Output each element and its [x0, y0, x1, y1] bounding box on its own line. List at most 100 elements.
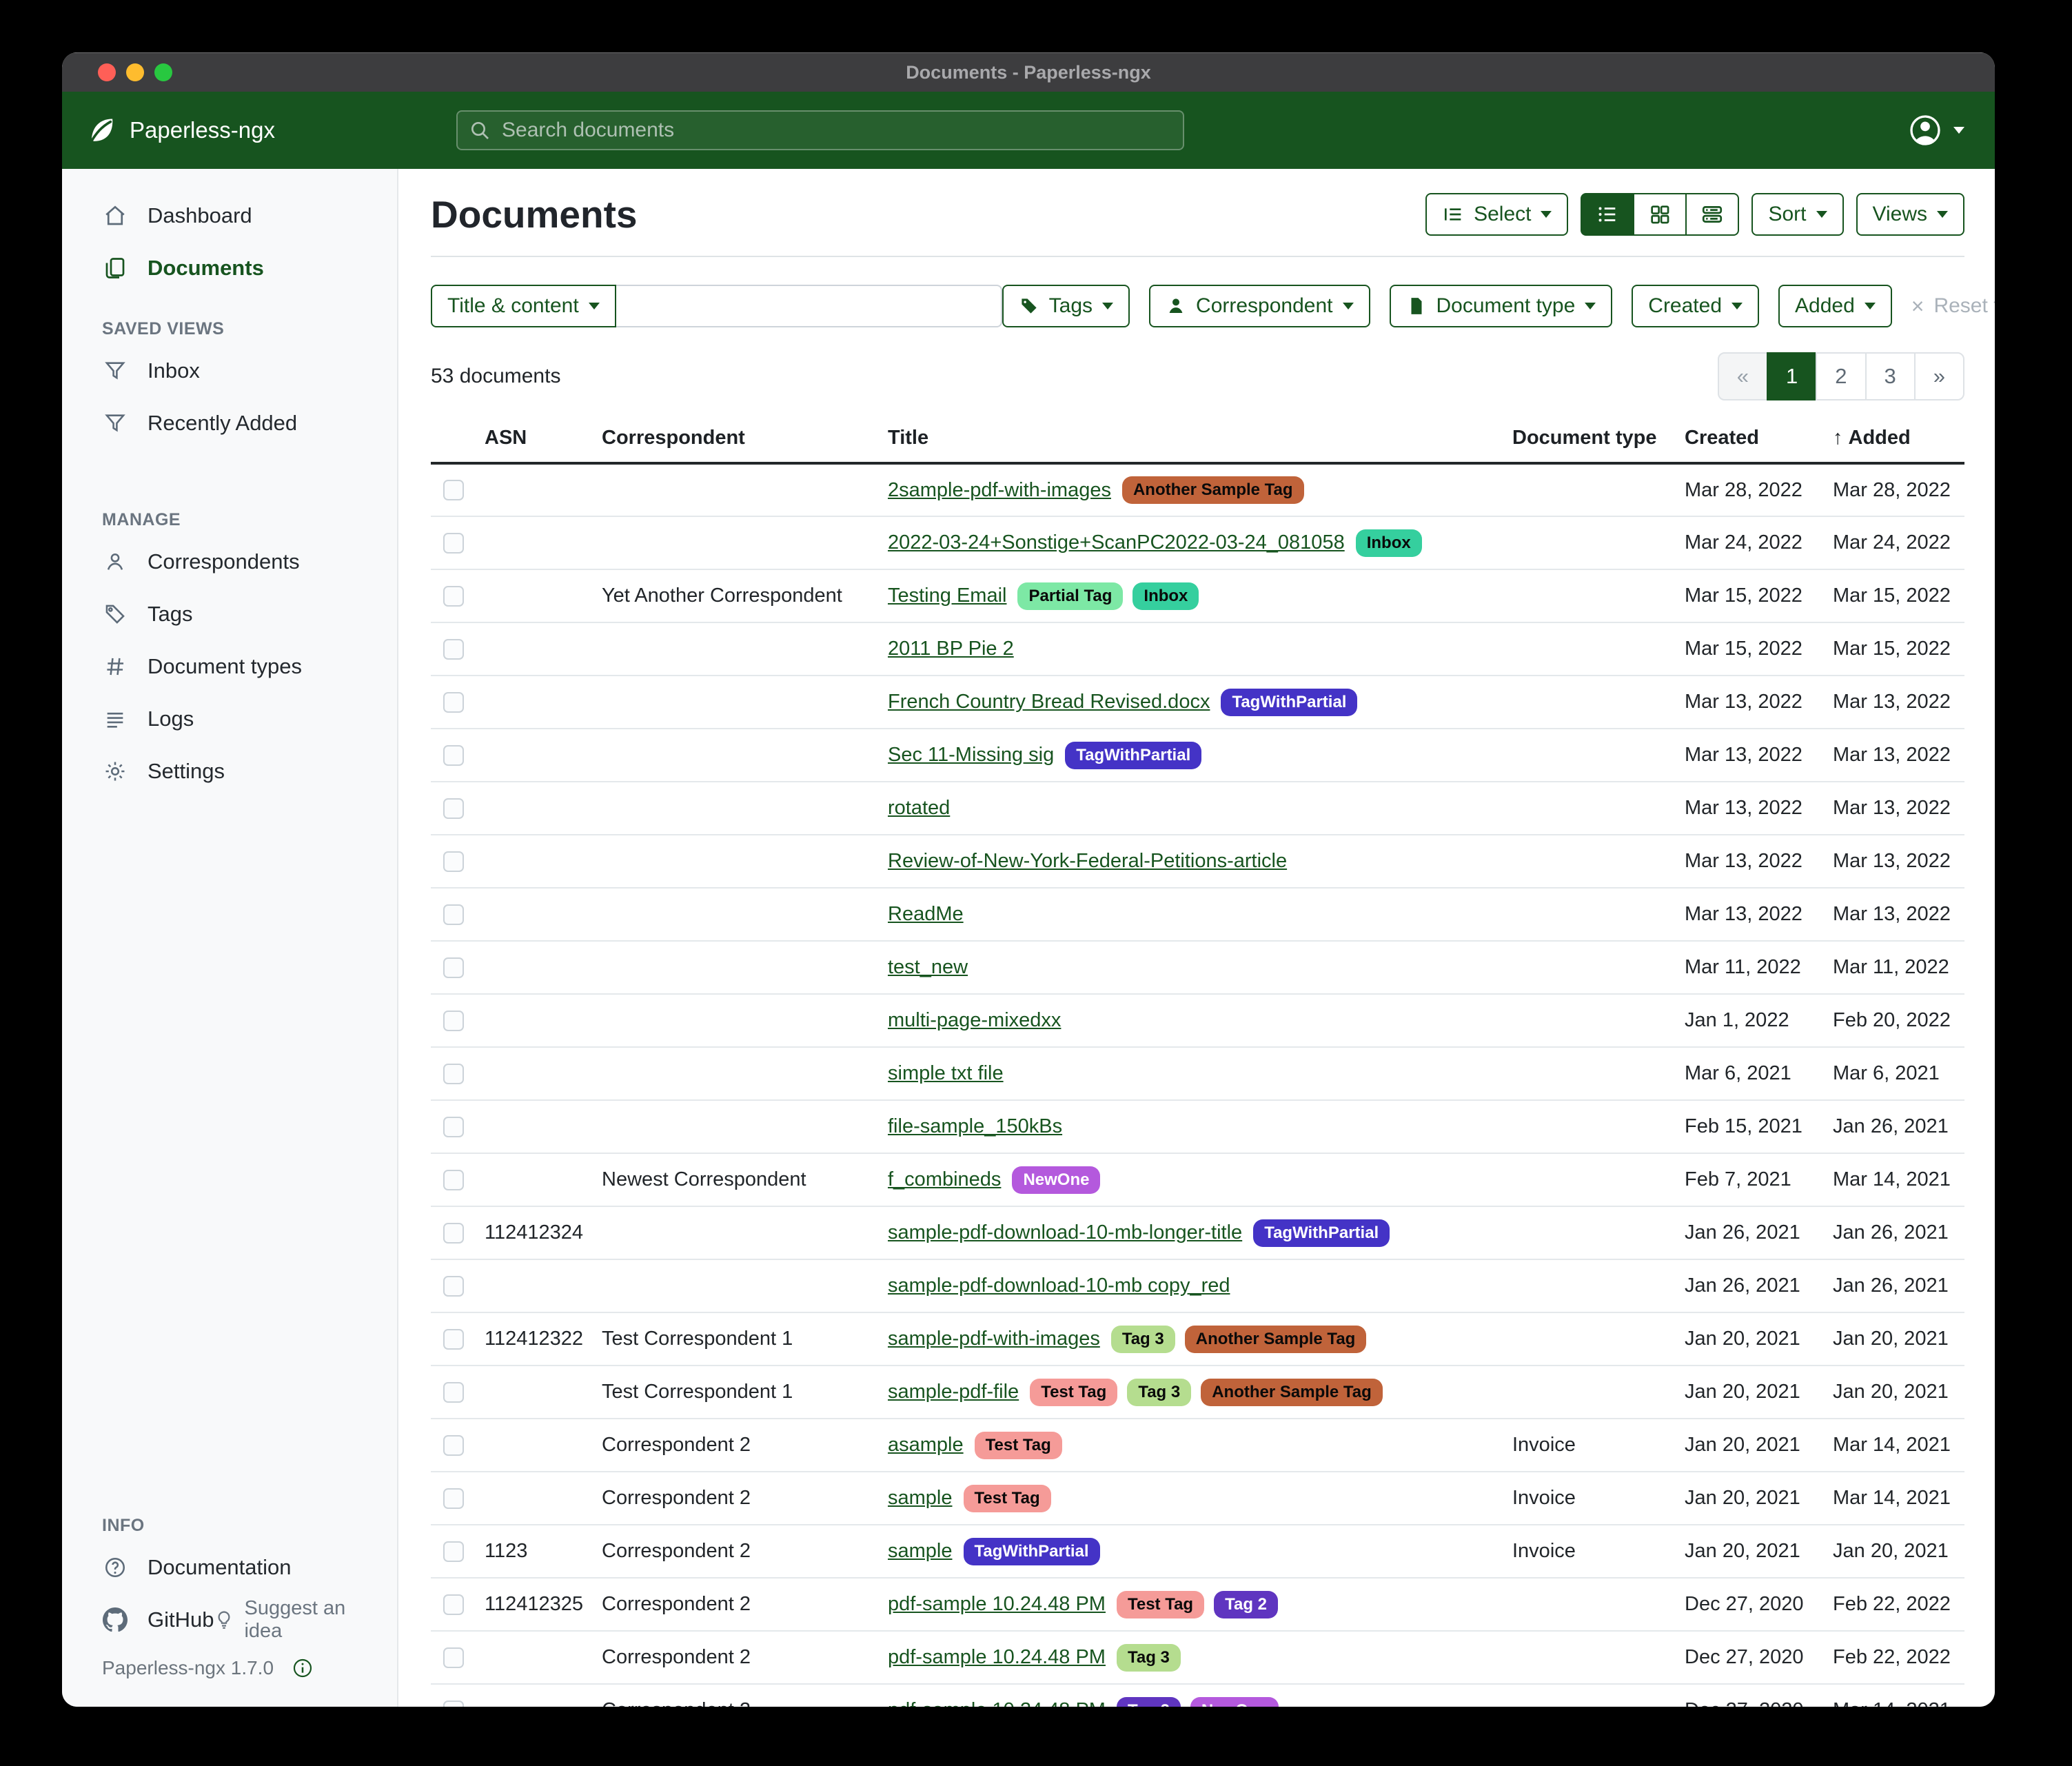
select-dropdown-button[interactable]: Select — [1425, 193, 1568, 236]
row-checkbox[interactable] — [443, 798, 464, 819]
minimize-window-button[interactable] — [126, 63, 144, 81]
row-checkbox[interactable] — [443, 851, 464, 872]
correspondent-column-header[interactable]: Correspondent — [592, 417, 878, 463]
document-title-link[interactable]: test_new — [888, 956, 968, 979]
tag-pill[interactable]: Test Tag — [1030, 1379, 1117, 1406]
views-dropdown-button[interactable]: Views — [1856, 193, 1964, 236]
tag-pill[interactable]: NewOne — [1190, 1697, 1279, 1707]
row-checkbox[interactable] — [443, 1276, 464, 1297]
row-checkbox[interactable] — [443, 1594, 464, 1615]
document-title-link[interactable]: multi-page-mixedxx — [888, 1009, 1061, 1032]
document-title-link[interactable]: sample — [888, 1540, 953, 1563]
suggest-idea-link[interactable]: Suggest an idea — [214, 1597, 379, 1643]
row-checkbox[interactable] — [443, 1064, 464, 1084]
sidebar-item-documentation[interactable]: Documentation — [62, 1541, 397, 1594]
tag-pill[interactable]: Another Sample Tag — [1122, 476, 1304, 504]
row-checkbox[interactable] — [443, 1223, 464, 1244]
sort-dropdown-button[interactable]: Sort — [1751, 193, 1843, 236]
info-circle-icon[interactable] — [292, 1657, 314, 1679]
brand[interactable]: Paperless-ngx — [87, 115, 456, 145]
tag-pill[interactable]: Tag 3 — [1117, 1644, 1181, 1672]
row-checkbox[interactable] — [443, 1435, 464, 1456]
sidebar-item-inbox[interactable]: Inbox — [62, 345, 397, 397]
pagination-prev-button[interactable]: « — [1718, 352, 1768, 400]
tag-pill[interactable]: Tag 2 — [1117, 1697, 1181, 1707]
document-type-column-header[interactable]: Document type — [1503, 417, 1675, 463]
added-filter-button[interactable]: Added — [1778, 285, 1892, 327]
document-title-link[interactable]: sample-pdf-file — [888, 1381, 1019, 1403]
row-checkbox[interactable] — [443, 1329, 464, 1350]
sidebar-item-logs[interactable]: Logs — [62, 693, 397, 745]
document-title-link[interactable]: French Country Bread Revised.docx — [888, 691, 1210, 713]
document-title-link[interactable]: simple txt file — [888, 1062, 1004, 1085]
row-checkbox[interactable] — [443, 1701, 464, 1707]
row-checkbox[interactable] — [443, 533, 464, 554]
row-checkbox[interactable] — [443, 1488, 464, 1509]
document-title-link[interactable]: Review-of-New-York-Federal-Petitions-art… — [888, 850, 1287, 873]
row-checkbox[interactable] — [443, 1647, 464, 1668]
added-column-header[interactable]: ↑Added — [1823, 417, 1964, 463]
document-title-link[interactable]: ReadMe — [888, 903, 964, 926]
asn-column-header[interactable]: ASN — [475, 417, 592, 463]
title-content-dropdown-button[interactable]: Title & content — [431, 285, 616, 327]
close-window-button[interactable] — [98, 63, 116, 81]
document-title-link[interactable]: sample-pdf-download-10-mb copy_red — [888, 1275, 1230, 1297]
tag-pill[interactable]: Test Tag — [975, 1432, 1062, 1459]
row-checkbox[interactable] — [443, 1117, 464, 1137]
list-view-button[interactable] — [1581, 193, 1634, 236]
document-title-link[interactable]: pdf-sample 10.24.48 PM — [888, 1646, 1106, 1669]
tag-pill[interactable]: TagWithPartial — [1221, 689, 1357, 716]
tag-pill[interactable]: Tag 3 — [1111, 1326, 1175, 1353]
document-type-filter-button[interactable]: Document type — [1390, 285, 1613, 327]
sidebar-item-document-types[interactable]: Document types — [62, 640, 397, 693]
document-title-link[interactable]: pdf-sample 10.24.48 PM — [888, 1699, 1106, 1707]
tag-pill[interactable]: Another Sample Tag — [1185, 1326, 1367, 1353]
user-menu[interactable] — [1908, 113, 1964, 148]
document-title-link[interactable]: sample — [888, 1487, 953, 1510]
row-checkbox[interactable] — [443, 586, 464, 607]
details-view-button[interactable] — [1685, 193, 1739, 236]
filter-text-input[interactable] — [616, 285, 1002, 327]
row-checkbox[interactable] — [443, 1011, 464, 1031]
pagination-page-2[interactable]: 2 — [1816, 352, 1866, 400]
sidebar-item-tags[interactable]: Tags — [62, 588, 397, 640]
document-title-link[interactable]: sample-pdf-with-images — [888, 1328, 1100, 1350]
document-title-link[interactable]: rotated — [888, 797, 950, 820]
zoom-window-button[interactable] — [154, 63, 172, 81]
tag-pill[interactable]: Test Tag — [1117, 1591, 1204, 1618]
tag-pill[interactable]: Partial Tag — [1017, 582, 1123, 610]
title-column-header[interactable]: Title — [878, 417, 1503, 463]
sidebar-item-documents[interactable]: Documents — [62, 242, 397, 294]
sidebar-item-recently-added[interactable]: Recently Added — [62, 397, 397, 449]
document-title-link[interactable]: file-sample_150kBs — [888, 1115, 1062, 1138]
row-checkbox[interactable] — [443, 957, 464, 978]
reset-filters-button[interactable]: × Reset filters — [1911, 294, 1995, 319]
pagination-page-3[interactable]: 3 — [1865, 352, 1916, 400]
tag-pill[interactable]: Another Sample Tag — [1201, 1379, 1383, 1406]
sidebar-item-github[interactable]: GitHub — [62, 1594, 214, 1646]
sidebar-item-dashboard[interactable]: Dashboard — [62, 190, 397, 242]
tag-pill[interactable]: Inbox — [1356, 529, 1422, 557]
pagination-page-1[interactable]: 1 — [1767, 352, 1817, 400]
tag-pill[interactable]: NewOne — [1012, 1166, 1100, 1194]
document-title-link[interactable]: 2022-03-24+Sonstige+ScanPC2022-03-24_081… — [888, 531, 1345, 554]
document-title-link[interactable]: 2sample-pdf-with-images — [888, 479, 1111, 502]
row-checkbox[interactable] — [443, 1170, 464, 1190]
tag-pill[interactable]: Tag 3 — [1127, 1379, 1191, 1406]
created-filter-button[interactable]: Created — [1632, 285, 1759, 327]
search-input[interactable] — [500, 118, 1172, 143]
grid-view-button[interactable] — [1633, 193, 1687, 236]
created-column-header[interactable]: Created — [1675, 417, 1823, 463]
row-checkbox[interactable] — [443, 639, 464, 660]
tag-pill[interactable]: Test Tag — [964, 1485, 1051, 1512]
sidebar-item-settings[interactable]: Settings — [62, 745, 397, 798]
document-title-link[interactable]: sample-pdf-download-10-mb-longer-title — [888, 1221, 1242, 1244]
row-checkbox[interactable] — [443, 480, 464, 500]
row-checkbox[interactable] — [443, 904, 464, 925]
row-checkbox[interactable] — [443, 1541, 464, 1562]
tag-pill[interactable]: TagWithPartial — [1253, 1219, 1390, 1247]
document-title-link[interactable]: Sec 11-Missing sig — [888, 744, 1054, 767]
document-title-link[interactable]: 2011 BP Pie 2 — [888, 638, 1014, 660]
tag-pill[interactable]: TagWithPartial — [964, 1538, 1100, 1565]
document-title-link[interactable]: Testing Email — [888, 585, 1006, 607]
